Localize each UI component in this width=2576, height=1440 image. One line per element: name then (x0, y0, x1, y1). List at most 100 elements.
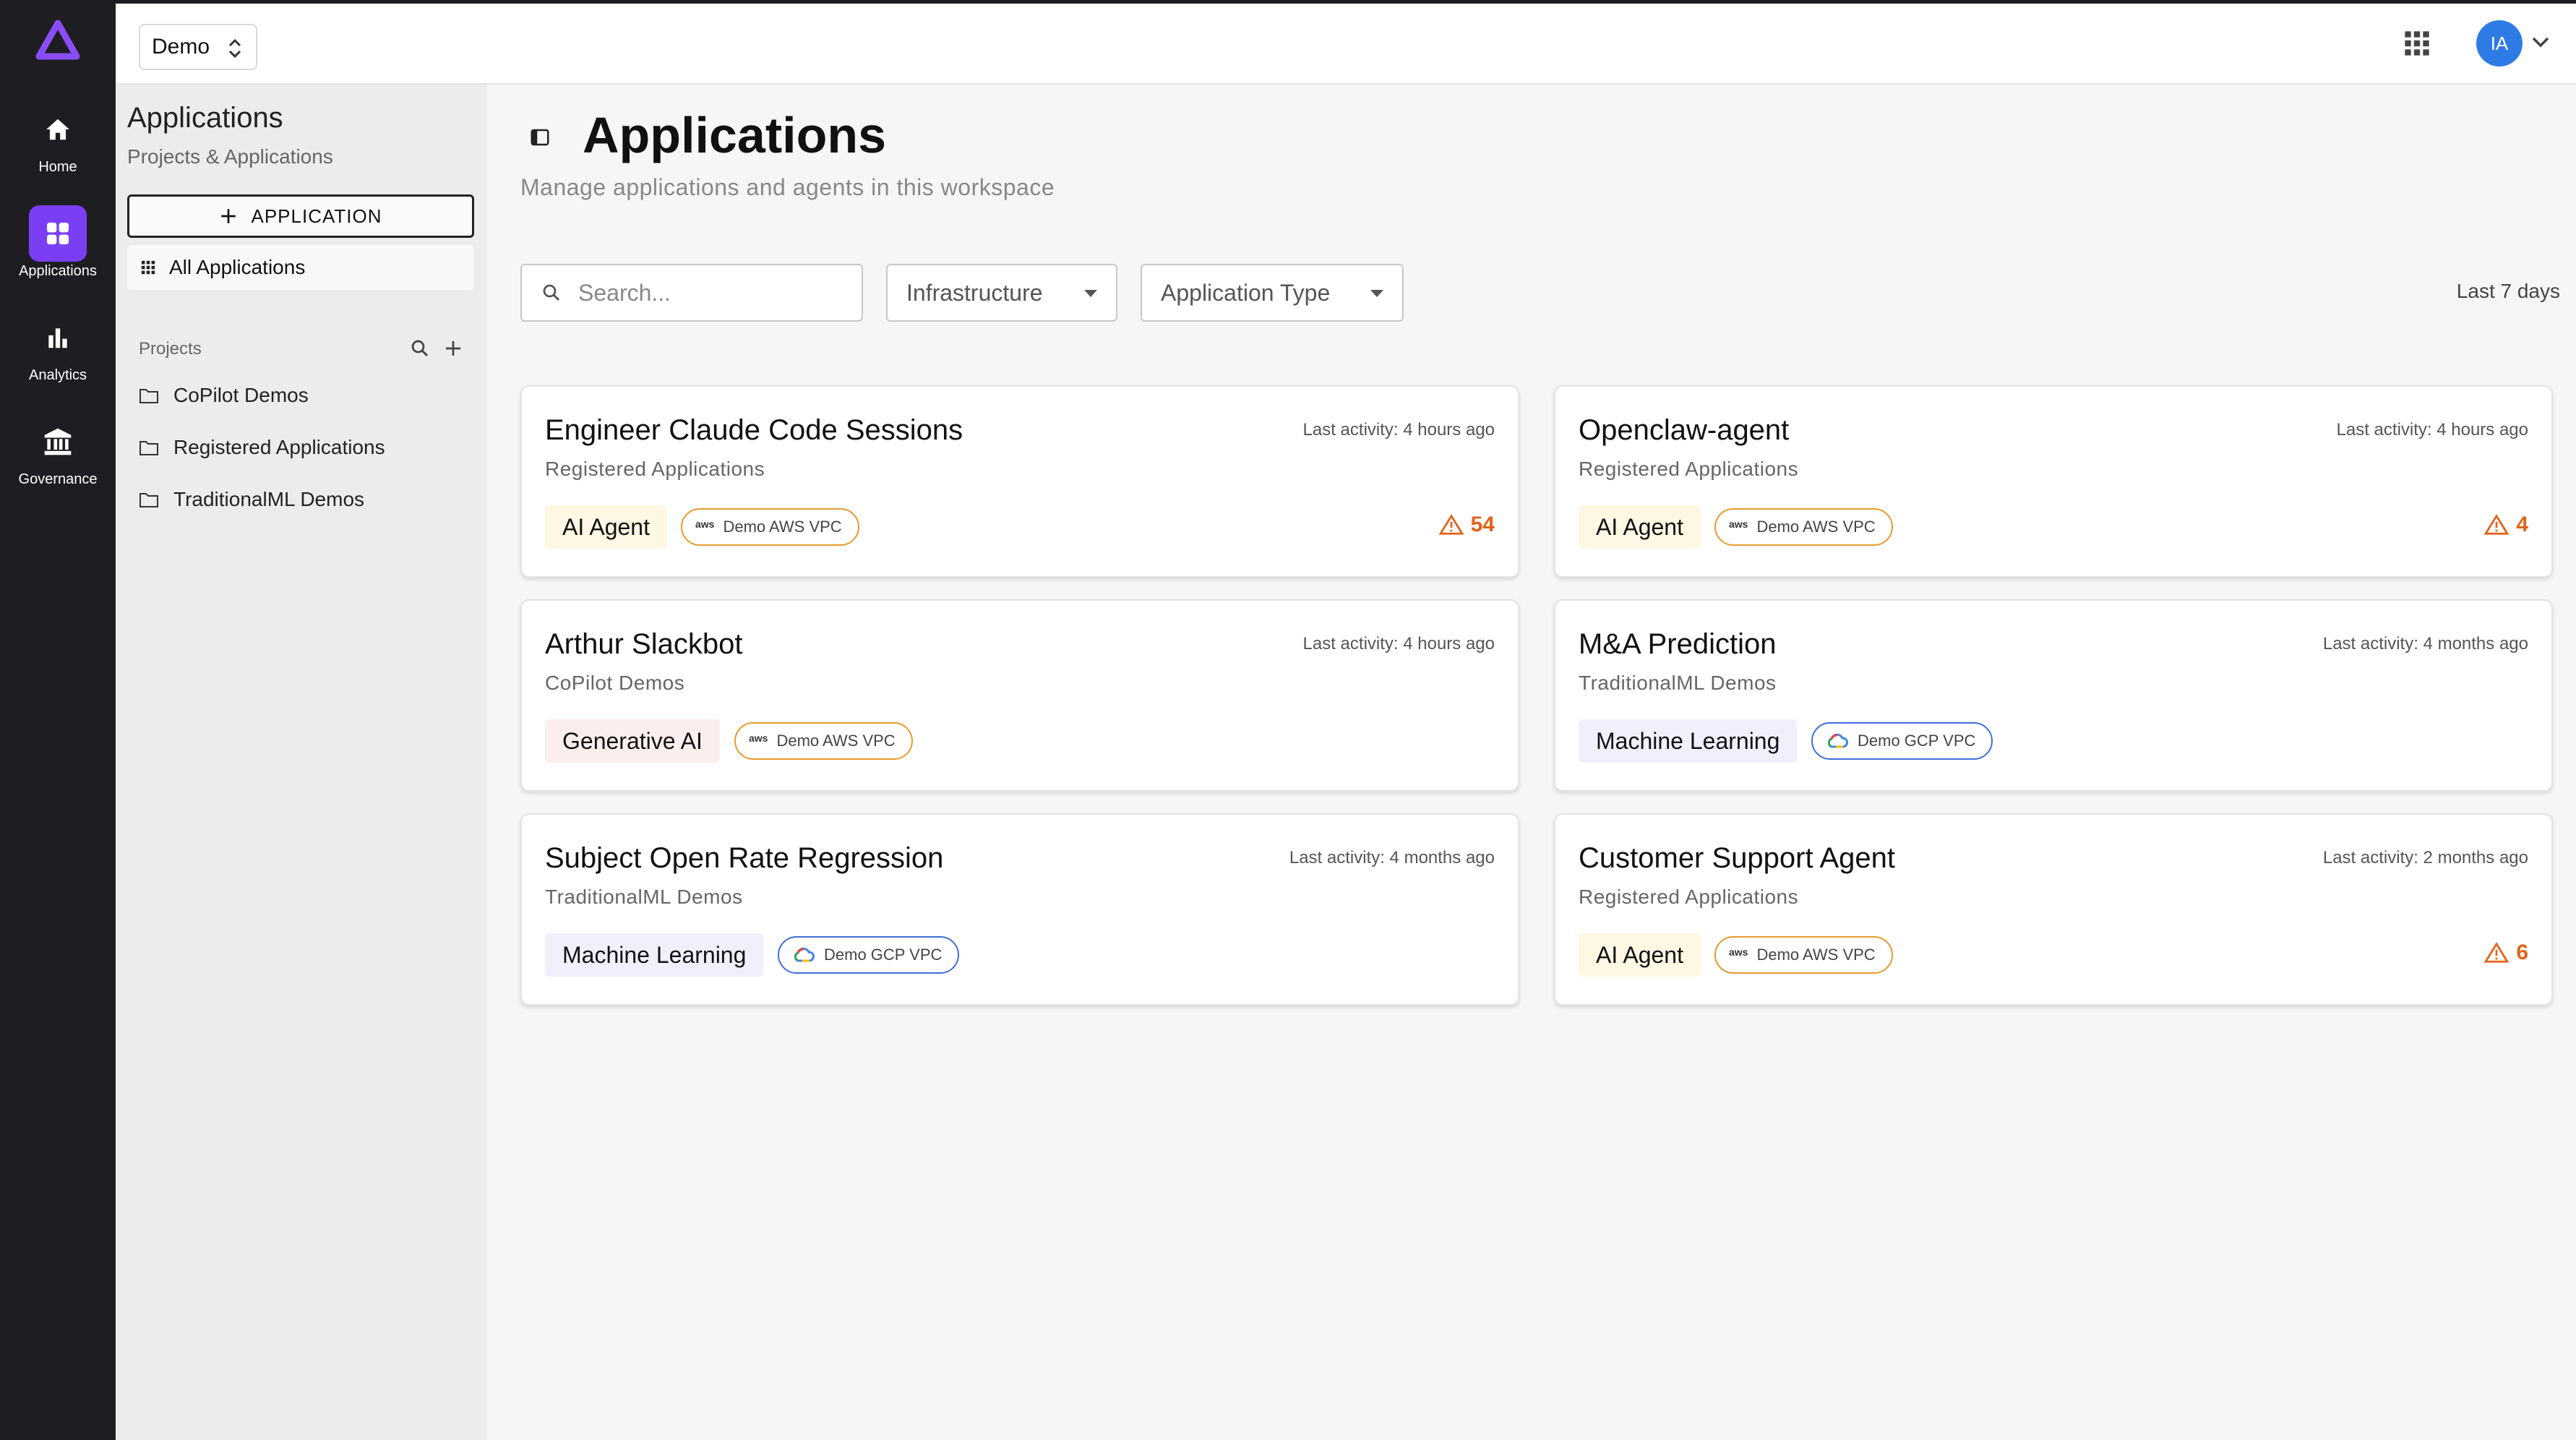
infrastructure-chip: aws Demo AWS VPC (734, 722, 913, 760)
alert-count[interactable]: 6 (2484, 940, 2528, 965)
workspace-selector[interactable]: Demo (139, 24, 257, 70)
infrastructure-chip: aws Demo AWS VPC (1714, 936, 1893, 974)
application-type-filter[interactable]: Application Type (1141, 264, 1404, 322)
application-type-chip: Machine Learning (1579, 719, 1798, 763)
card-last-activity: Last activity: 4 hours ago (2336, 420, 2528, 440)
user-avatar[interactable]: IA (2476, 20, 2523, 67)
infrastructure-label: Demo AWS VPC (776, 732, 896, 750)
warning-icon (2484, 942, 2510, 963)
projects-section-label: Projects (139, 339, 202, 359)
application-type-chip: AI Agent (545, 505, 667, 549)
application-card[interactable]: M&A Prediction TraditionalML Demos Last … (1554, 599, 2553, 792)
application-card[interactable]: Customer Support Agent Registered Applic… (1554, 813, 2553, 1006)
applications-sidebar: Applications Projects & Applications APP… (116, 85, 487, 1440)
sidebar-item-label: All Applications (169, 256, 306, 278)
infrastructure-label: Demo AWS VPC (1756, 946, 1876, 964)
alert-count-value: 54 (1470, 513, 1495, 536)
search-input[interactable] (578, 279, 853, 307)
infrastructure-label: Demo AWS VPC (1756, 518, 1876, 536)
folder-icon (139, 441, 158, 455)
aws-icon: aws (1729, 518, 1748, 530)
plus-icon (221, 209, 236, 223)
filter-label: Infrastructure (906, 279, 1043, 306)
chevron-down-icon[interactable] (2530, 34, 2551, 50)
nav-item-governance[interactable]: Governance (0, 413, 116, 500)
aws-icon: aws (695, 518, 715, 530)
application-type-chip: Generative AI (545, 719, 720, 763)
card-project: TraditionalML Demos (545, 886, 743, 908)
aws-icon: aws (1729, 946, 1748, 958)
bank-icon (29, 413, 87, 470)
application-type-chip: AI Agent (1579, 933, 1701, 977)
card-project: CoPilot Demos (545, 672, 685, 694)
alert-count-value: 4 (2516, 513, 2528, 536)
unfold-icon (228, 38, 241, 59)
card-last-activity: Last activity: 2 months ago (2322, 848, 2528, 867)
application-card[interactable]: Openclaw-agent Registered Applications L… (1554, 385, 2553, 578)
card-title: Openclaw-agent (1579, 414, 1790, 446)
folder-icon (139, 389, 158, 403)
folder-icon (139, 493, 158, 507)
search-projects-icon[interactable] (409, 338, 431, 359)
infrastructure-chip: aws Demo AWS VPC (681, 508, 859, 546)
caret-down-icon (1370, 290, 1383, 297)
card-project: TraditionalML Demos (1579, 672, 1777, 694)
new-application-button[interactable]: APPLICATION (127, 194, 474, 238)
application-type-chip: AI Agent (1579, 505, 1701, 549)
grid-icon (29, 205, 87, 262)
sidebar-subtitle: Projects & Applications (127, 145, 333, 168)
application-type-chip: Machine Learning (545, 933, 764, 977)
page-title: Applications (583, 107, 887, 163)
gcp-cloud-icon (1827, 733, 1848, 748)
grid-dots-icon (141, 260, 155, 275)
new-application-label: APPLICATION (251, 205, 382, 227)
card-last-activity: Last activity: 4 months ago (2322, 634, 2528, 653)
card-title: Arthur Slackbot (545, 628, 743, 660)
application-card[interactable]: Engineer Claude Code Sessions Registered… (520, 385, 1519, 578)
aws-icon: aws (749, 732, 768, 744)
nav-item-analytics[interactable]: Analytics (0, 309, 116, 396)
card-last-activity: Last activity: 4 months ago (1289, 848, 1495, 867)
application-card[interactable]: Arthur Slackbot CoPilot Demos Last activ… (520, 599, 1519, 792)
project-name: CoPilot Demos (173, 384, 309, 406)
warning-icon (2484, 514, 2510, 535)
sidebar-title: Applications (127, 102, 283, 134)
card-project: Registered Applications (1579, 886, 1799, 908)
nav-item-applications[interactable]: Applications (0, 205, 116, 292)
primary-nav-rail: Home Applications Analytics Governance (0, 0, 116, 1440)
gcp-cloud-icon (794, 947, 815, 962)
filter-label: Application Type (1161, 279, 1331, 306)
bar-chart-icon (29, 309, 87, 366)
card-title: Customer Support Agent (1579, 842, 1896, 874)
alert-count[interactable]: 4 (2484, 513, 2528, 537)
sidebar-project-item[interactable]: CoPilot Demos (139, 378, 471, 413)
alert-count[interactable]: 54 (1438, 513, 1495, 537)
main-content: Applications Manage applications and age… (487, 85, 2576, 1440)
date-range-selector[interactable]: Last 7 days (2457, 280, 2560, 303)
sidebar-project-item[interactable]: TraditionalML Demos (139, 482, 471, 517)
search-field[interactable] (520, 264, 863, 322)
warning-icon (1438, 514, 1464, 535)
sidebar-item-all-applications[interactable]: All Applications (127, 245, 474, 290)
card-title: Engineer Claude Code Sessions (545, 414, 963, 446)
card-title: Subject Open Rate Regression (545, 842, 944, 874)
application-card[interactable]: Subject Open Rate Regression Traditional… (520, 813, 1519, 1006)
apps-launcher-icon[interactable] (2403, 29, 2431, 58)
nav-item-label: Analytics (28, 367, 87, 383)
nav-item-home[interactable]: Home (0, 101, 116, 188)
sidebar-toggle-icon[interactable] (529, 127, 551, 148)
add-project-icon[interactable] (442, 338, 464, 359)
alert-count-value: 6 (2516, 940, 2528, 964)
infrastructure-label: Demo AWS VPC (723, 518, 842, 536)
sidebar-project-item[interactable]: Registered Applications (139, 430, 471, 465)
infrastructure-label: Demo GCP VPC (824, 946, 943, 964)
infrastructure-chip: aws Demo AWS VPC (1714, 508, 1893, 546)
infrastructure-label: Demo GCP VPC (1858, 732, 1976, 750)
nav-item-label: Applications (19, 263, 97, 279)
card-title: M&A Prediction (1579, 628, 1777, 660)
caret-down-icon (1084, 290, 1097, 297)
search-icon (543, 284, 560, 301)
infrastructure-filter[interactable]: Infrastructure (886, 264, 1117, 322)
workspace-name: Demo (152, 35, 210, 59)
project-name: TraditionalML Demos (173, 488, 365, 510)
